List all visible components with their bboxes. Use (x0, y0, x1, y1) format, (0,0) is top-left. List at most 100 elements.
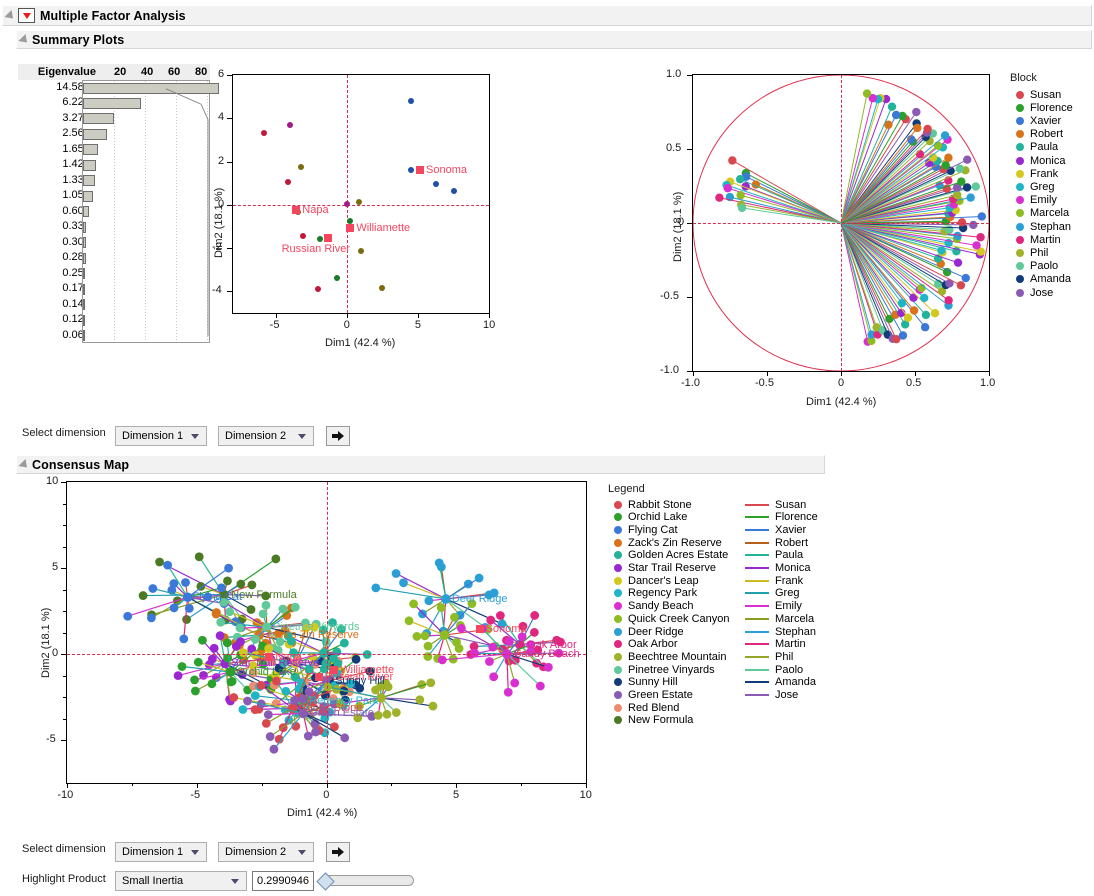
dimension-2-value-top: Dimension 2 (225, 430, 287, 442)
block-legend-item[interactable]: Xavier (1016, 114, 1061, 127)
consensus-legend-block-item[interactable]: Marcela (745, 612, 814, 625)
consensus-legend-product-item[interactable]: Green Estate (614, 689, 693, 702)
block-legend-item[interactable]: Jose (1016, 286, 1053, 299)
dimension-1-dropdown-bottom[interactable]: Dimension 1 (115, 842, 207, 862)
block-legend-item[interactable]: Frank (1016, 167, 1058, 180)
consensus-legend-block-item[interactable]: Emily (745, 600, 802, 613)
consensus-legend-product-item[interactable]: Pinetree Vinyards (614, 663, 715, 676)
consensus-legend-block-item[interactable]: Paula (745, 549, 803, 562)
consensus-legend-product-item[interactable]: Rabbit Stone (614, 498, 692, 511)
legend-color-swatch (614, 564, 622, 572)
consensus-legend-product-item[interactable]: Red Blend (614, 701, 679, 714)
dimension-2-dropdown-top[interactable]: Dimension 2 (218, 426, 314, 446)
consensus-legend-block-label: Robert (775, 536, 809, 549)
scores-x-tick (346, 313, 348, 318)
consensus-x-minor-tick (131, 783, 133, 786)
block-legend-item[interactable]: Paolo (1016, 260, 1058, 273)
consensus-legend-block-item[interactable]: Stephan (745, 625, 816, 638)
consensus-legend-product-item[interactable]: Flying Cat (614, 523, 678, 536)
block-legend-item[interactable]: Susan (1016, 88, 1061, 101)
block-legend-item[interactable]: Stephan (1016, 220, 1071, 233)
scree-plot-area (82, 80, 220, 343)
consensus-legend-block-label: Jose (775, 689, 799, 701)
apply-dimension-button-top[interactable] (326, 426, 350, 446)
apply-dimension-button-bottom[interactable] (326, 842, 350, 862)
consensus-legend-product-item[interactable]: Sunny Hill (614, 676, 678, 689)
scores-x-tick (489, 313, 490, 318)
consensus-legend-product-item[interactable]: Golden Acres Estate (614, 549, 728, 562)
scores-point (344, 201, 351, 208)
consensus-y-minor-tick (63, 740, 66, 741)
consensus-legend-product-item[interactable]: Star Trail Reserve (614, 562, 716, 575)
consensus-legend-block-item[interactable]: Monica (745, 562, 810, 575)
legend-color-swatch (614, 602, 622, 611)
circle-x-tick-label: 1.0 (980, 377, 996, 389)
consensus-legend-block-item[interactable]: Frank (745, 574, 803, 587)
disclosure-triangle-consensus-map[interactable] (18, 458, 31, 471)
legend-color-swatch (1016, 156, 1024, 165)
consensus-legend-product-item[interactable]: Dancer's Leap (614, 574, 699, 587)
consensus-legend-block-item[interactable]: Phil (745, 650, 793, 663)
consensus-legend-product-item[interactable]: Oak Arbor (614, 638, 678, 651)
consensus-legend-block-item[interactable]: Martin (745, 638, 806, 651)
dimension-2-dropdown-bottom[interactable]: Dimension 2 (218, 842, 314, 862)
legend-color-swatch (1016, 90, 1024, 99)
highlight-product-dropdown[interactable]: Small Inertia (115, 871, 247, 891)
consensus-y-minor-tick (63, 589, 66, 591)
highlight-product-number-box[interactable]: 0.2990946 (252, 871, 314, 891)
circle-x-tick-label: -1.0 (681, 377, 700, 389)
summary-scores-plot-frame[interactable]: Napa Russian River Williamette Sonoma (232, 74, 490, 314)
scores-point (451, 188, 458, 195)
consensus-legend-block-item[interactable]: Jose (745, 689, 798, 702)
consensus-legend-product-item[interactable]: Quick Creek Canyon (614, 612, 730, 625)
consensus-legend-product-item[interactable]: Deer Ridge (614, 625, 684, 638)
consensus-x-minor-tick (391, 783, 393, 786)
block-legend-item[interactable]: Amanda (1016, 273, 1071, 286)
block-legend-item[interactable]: Greg (1016, 180, 1054, 193)
consensus-legend-product-item[interactable]: Zack's Zin Reserve (614, 536, 722, 549)
red-triangle-menu-icon[interactable] (18, 8, 35, 23)
section-title-summary-plots: Summary Plots (32, 32, 125, 47)
disclosure-triangle-mfa[interactable] (4, 9, 17, 22)
disclosure-triangle-summary-plots[interactable] (18, 33, 31, 46)
consensus-legend-product-item[interactable]: New Formula (614, 714, 693, 727)
consensus-legend-product-label: Orchid Lake (628, 511, 688, 524)
consensus-legend-product-item[interactable]: Beechtree Mountain (614, 650, 726, 663)
circle-y-tick-label: 1.0 (666, 68, 682, 80)
block-legend-item[interactable]: Phil (1016, 246, 1048, 259)
legend-line-swatch (745, 579, 769, 582)
legend-color-swatch (614, 640, 622, 649)
block-legend-item[interactable]: Robert (1016, 128, 1063, 141)
window-title-bar[interactable]: Multiple Factor Analysis (2, 5, 1092, 26)
consensus-legend-block-item[interactable]: Susan (745, 498, 806, 511)
block-legend-item[interactable]: Paula (1016, 141, 1058, 154)
highlight-product-number-value: 0.2990946 (257, 875, 309, 887)
correlation-circle-plot-frame[interactable] (692, 74, 990, 372)
consensus-legend-block-item[interactable]: Amanda (745, 676, 816, 689)
chevron-down-icon (298, 849, 306, 855)
scree-tick-40: 40 (141, 66, 154, 78)
section-header-consensus-map[interactable]: Consensus Map (16, 455, 825, 474)
consensus-map-plot-frame[interactable]: New Formula Flying Cat Pinetree Vinyards Za… (66, 481, 587, 784)
consensus-legend-block-label: Greg (775, 587, 800, 600)
block-legend-label: Xavier (1030, 114, 1062, 127)
consensus-x-tick-label: 10 (579, 789, 592, 801)
block-legend-item[interactable]: Marcela (1016, 207, 1069, 220)
consensus-x-tick (586, 783, 587, 788)
dimension-1-dropdown-top[interactable]: Dimension 1 (115, 426, 207, 446)
consensus-legend-block-item[interactable]: Robert (745, 536, 808, 549)
consensus-legend-product-item[interactable]: Sandy Beach (614, 600, 693, 613)
block-legend-item[interactable]: Monica (1016, 154, 1065, 167)
block-legend-item[interactable]: Florence (1016, 101, 1073, 114)
legend-line-swatch (745, 605, 769, 608)
consensus-legend-block-item[interactable]: Greg (745, 587, 799, 600)
consensus-legend-block-item[interactable]: Xavier (745, 523, 806, 536)
block-legend-item[interactable]: Martin (1016, 233, 1061, 246)
consensus-y-tick-label: 0 (52, 647, 59, 659)
consensus-legend-product-item[interactable]: Regency Park (614, 587, 697, 600)
block-legend-item[interactable]: Emily (1016, 194, 1057, 207)
section-header-summary-plots[interactable]: Summary Plots (16, 30, 1092, 49)
consensus-legend-block-item[interactable]: Florence (745, 511, 818, 524)
consensus-legend-block-item[interactable]: Paolo (745, 663, 803, 676)
consensus-legend-product-item[interactable]: Orchid Lake (614, 511, 687, 524)
